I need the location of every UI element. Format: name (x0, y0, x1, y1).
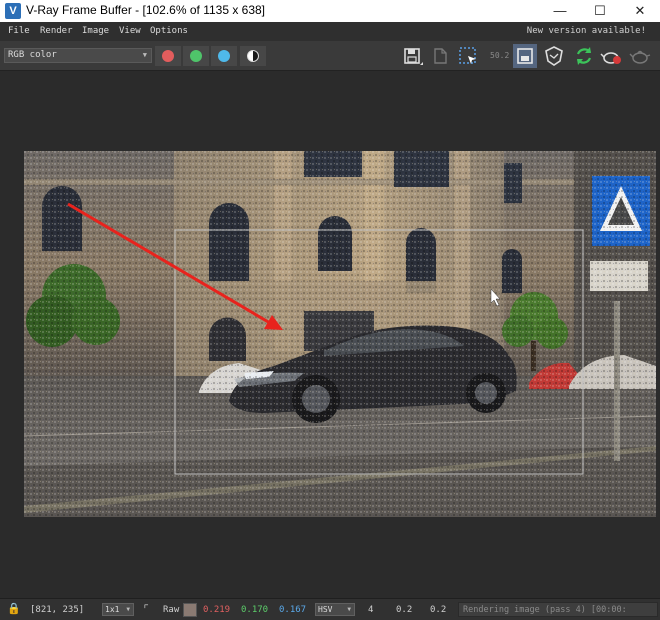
shield-icon (545, 46, 563, 66)
green-channel-button[interactable] (183, 46, 209, 66)
new-version-notice[interactable]: New version available! (527, 26, 646, 36)
close-button[interactable]: ✕ (620, 0, 660, 22)
hue-value: 4 (368, 605, 374, 615)
menu-bar: File Render Image View Options New versi… (0, 22, 660, 41)
zoom-select-value: 1x1 (105, 605, 120, 614)
sample-value: 50.2 (490, 51, 510, 60)
lens-effects-button[interactable] (542, 44, 566, 68)
zoom-select[interactable]: 1x1 ▼ (102, 603, 134, 616)
red-value: 0.219 (203, 605, 231, 615)
menu-render[interactable]: Render (40, 26, 73, 36)
render-progress-bar: Rendering image (pass 4) [00:00: (458, 602, 658, 617)
stop-render-button[interactable] (600, 44, 624, 68)
track-mouse-button[interactable] (513, 44, 537, 68)
minimize-button[interactable]: — (540, 0, 580, 22)
region-render-button[interactable] (456, 44, 480, 68)
curve-icon[interactable]: ⌜ (143, 602, 150, 615)
blue-dot-icon (218, 50, 230, 62)
value-value: 0.2 (430, 605, 447, 615)
vray-app-icon: V (5, 3, 21, 19)
region-select-icon (459, 47, 476, 64)
channel-select-value: RGB color (8, 50, 57, 60)
channel-select[interactable]: RGB color ▼ (4, 48, 152, 63)
maximize-button[interactable]: ☐ (580, 0, 620, 22)
chevron-down-icon: ▼ (347, 606, 351, 613)
floppy-disk-icon (404, 48, 423, 65)
red-channel-button[interactable] (155, 46, 181, 66)
blue-channel-button[interactable] (211, 46, 237, 66)
green-dot-icon (190, 50, 202, 62)
saturation-value: 0.2 (396, 605, 413, 615)
save-button[interactable] (400, 44, 424, 68)
clear-image-button[interactable] (428, 44, 452, 68)
half-circle-icon (247, 50, 259, 62)
title-bar: V V-Ray Frame Buffer - [102.6% of 1135 x… (0, 0, 660, 22)
green-value: 0.170 (241, 605, 269, 615)
lock-icon[interactable]: 🔒 (7, 602, 21, 615)
menu-view[interactable]: View (119, 26, 141, 36)
menu-image[interactable]: Image (82, 26, 109, 36)
chevron-down-icon: ▼ (126, 606, 130, 613)
menu-file[interactable]: File (8, 26, 30, 36)
render-progress-text: Rendering image (pass 4) [00:00: (463, 605, 627, 615)
pixel-coordinates: [821, 235] (30, 605, 85, 615)
red-dot-icon (162, 50, 174, 62)
colorspace-select-value: HSV (318, 605, 333, 614)
teapot-stop-icon (600, 52, 621, 64)
blue-value: 0.167 (279, 605, 307, 615)
color-mode-label: Raw (163, 605, 180, 615)
frame-icon (517, 48, 533, 64)
refresh-icon (576, 47, 592, 65)
window-title: V-Ray Frame Buffer - [102.6% of 1135 x 6… (26, 3, 266, 17)
teapot-icon (629, 50, 651, 64)
color-swatch (183, 603, 197, 617)
render-button[interactable] (628, 44, 652, 68)
interactive-render-button[interactable] (572, 44, 596, 68)
menu-options[interactable]: Options (150, 26, 188, 36)
status-bar: 🔒 [821, 235] 1x1 ▼ ⌜ Raw 0.219 0.170 0.1… (0, 598, 660, 620)
document-icon (434, 48, 447, 64)
mono-channel-button[interactable] (240, 46, 266, 66)
toolbar: RGB color ▼ 50.2 (0, 41, 660, 71)
rendered-image[interactable] (24, 151, 656, 517)
chevron-down-icon: ▼ (142, 51, 147, 59)
colorspace-select[interactable]: HSV ▼ (315, 603, 355, 616)
